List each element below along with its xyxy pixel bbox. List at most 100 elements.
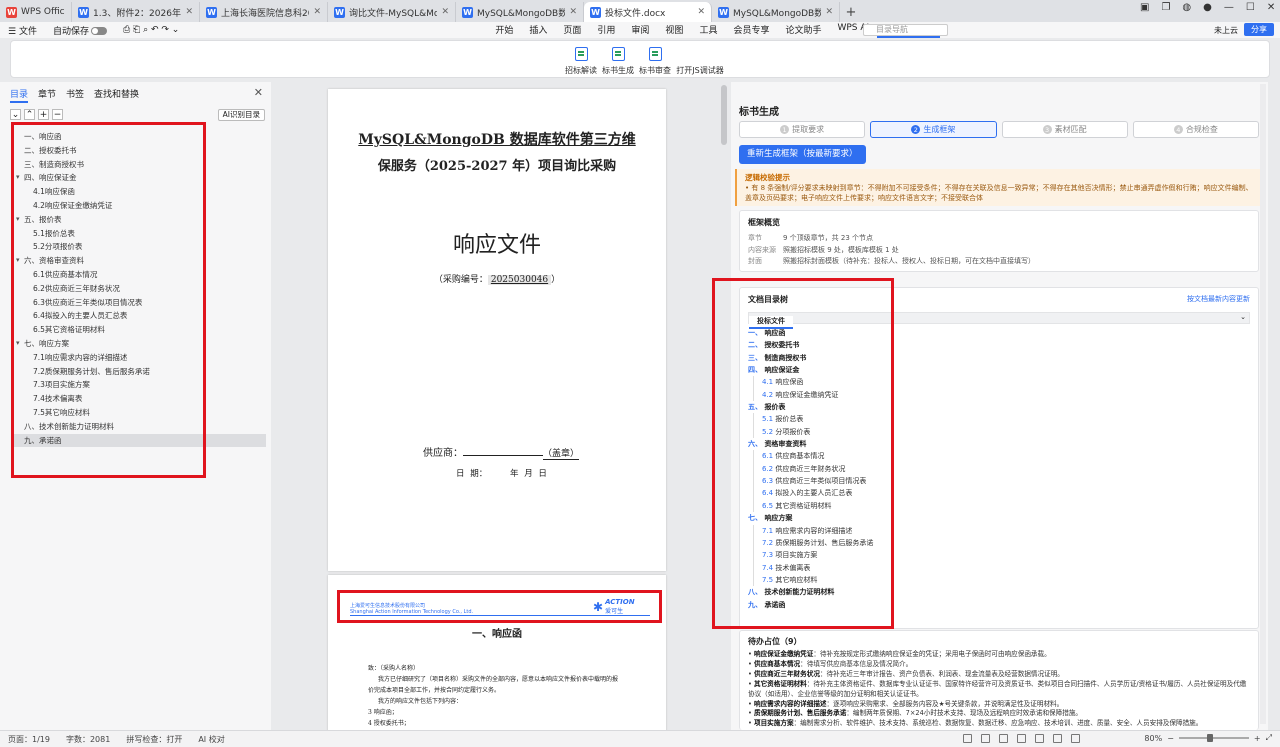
- remove-icon[interactable]: −: [52, 109, 63, 120]
- toc-item[interactable]: 5.1报价总表: [12, 227, 266, 241]
- tab-toc[interactable]: 目录: [10, 87, 29, 103]
- browser-tab[interactable]: W 上海长海医院信息科2026年第四批 ✕: [200, 2, 328, 22]
- hamburger-file-menu[interactable]: ☰ 文件: [0, 24, 45, 37]
- toc-item[interactable]: 二、授权委托书: [12, 144, 266, 158]
- step-tab[interactable]: 3 素材匹配: [1001, 121, 1128, 138]
- autosave-toggle[interactable]: 自动保存: [45, 24, 115, 37]
- tree-node[interactable]: 7.4 技术偏离表: [753, 561, 1250, 574]
- close-tab-icon[interactable]: ✕: [697, 7, 705, 17]
- step-tab[interactable]: 4 合规检查: [1132, 121, 1259, 138]
- search-input[interactable]: 目录导航: [863, 24, 948, 36]
- toc-item[interactable]: 一、响应函: [12, 130, 266, 144]
- minimize-icon[interactable]: —: [1224, 2, 1234, 13]
- toc-item[interactable]: 5.2分项报价表: [12, 240, 266, 254]
- tree-node[interactable]: 7.2 质保期服务计划、售后服务承诺: [753, 536, 1250, 550]
- word-count[interactable]: 字数：2081: [58, 734, 118, 745]
- toc-item[interactable]: 七、响应方案: [12, 337, 266, 351]
- tree-node[interactable]: 4.1 响应保函: [753, 376, 1250, 389]
- toc-item[interactable]: 7.2质保期服务计划、售后服务承诺: [12, 365, 266, 379]
- tree-node[interactable]: 7.3 项目实施方案: [753, 549, 1250, 562]
- bid-review-button[interactable]: 标书审查: [633, 47, 677, 76]
- tab-chapters[interactable]: 章节: [38, 87, 56, 103]
- toc-item[interactable]: 6.1供应商基本情况: [12, 268, 266, 282]
- tree-node[interactable]: 5.1 报价总表: [753, 413, 1250, 426]
- toc-item[interactable]: 7.1响应需求内容的详细描述: [12, 351, 266, 365]
- update-from-doc-link[interactable]: 按文档最新内容更新: [1187, 294, 1250, 304]
- toc-item[interactable]: 7.3项目实施方案: [12, 378, 266, 392]
- menu-item[interactable]: 页面: [555, 23, 589, 38]
- close-tab-icon[interactable]: ✕: [569, 7, 577, 17]
- layout-icon[interactable]: ▣: [1140, 2, 1149, 13]
- tree-node[interactable]: 七、 响应方案: [748, 512, 1250, 524]
- toc-item[interactable]: 五、报价表: [12, 213, 266, 227]
- tree-node[interactable]: 八、 技术创新能力证明材料: [748, 586, 1250, 598]
- menu-item[interactable]: 论文助手: [777, 23, 829, 38]
- toc-item[interactable]: 4.1响应保函: [12, 185, 266, 199]
- tree-node[interactable]: 四、 响应保证金: [748, 364, 1250, 376]
- close-tab-icon[interactable]: ✕: [313, 7, 321, 17]
- tree-node[interactable]: 4.2 响应保证金缴纳凭证: [753, 388, 1250, 402]
- toc-item[interactable]: 六、资格审查资料: [12, 254, 266, 268]
- browser-tab[interactable]: W MySQL&MongoDB数据库软件第三 ✕: [712, 2, 840, 22]
- close-tab-icon[interactable]: ✕: [825, 7, 833, 17]
- read-mode-icon[interactable]: [1071, 734, 1080, 743]
- cloud-status[interactable]: 未上云: [1214, 25, 1238, 36]
- ai-recognize-toc-button[interactable]: AI识别目录: [217, 109, 265, 121]
- menu-item[interactable]: 视图: [657, 23, 691, 38]
- tree-node[interactable]: 5.2 分项报价表: [753, 425, 1250, 439]
- toc-item[interactable]: 7.5其它响应材料: [12, 406, 266, 420]
- toc-item[interactable]: 6.2供应商近三年财务状况: [12, 282, 266, 296]
- ai-proofread[interactable]: AI 校对: [190, 734, 232, 745]
- user-icon[interactable]: ●: [1203, 2, 1212, 13]
- menu-item[interactable]: 插入: [521, 23, 555, 38]
- browser-tab[interactable]: W 询比文件-MySQL&MongoDB数 ✕: [328, 2, 456, 22]
- close-tab-icon[interactable]: ✕: [441, 7, 449, 17]
- toggle-icon[interactable]: [90, 27, 107, 35]
- menu-item[interactable]: 工具: [691, 23, 725, 38]
- page-view-icon[interactable]: [981, 734, 990, 743]
- browser-tab[interactable]: W 投标文件.docx ✕: [584, 2, 712, 22]
- step-tab[interactable]: 1 提取要求: [739, 121, 866, 138]
- spell-check[interactable]: 拼写检查：打开: [118, 734, 190, 745]
- js-debugger-button[interactable]: 打开JS调试器: [676, 47, 724, 76]
- browser-tab[interactable]: W WPS Office: [0, 2, 72, 22]
- toc-item[interactable]: 四、响应保证金: [12, 171, 266, 185]
- outline-view-icon[interactable]: [1017, 734, 1026, 743]
- globe-icon[interactable]: [1053, 734, 1062, 743]
- play-icon[interactable]: [1035, 734, 1044, 743]
- supplier-blank[interactable]: [463, 455, 543, 456]
- eye-icon[interactable]: [963, 734, 972, 743]
- menu-item[interactable]: 审阅: [623, 23, 657, 38]
- zoom-out-icon[interactable]: −: [1167, 734, 1174, 743]
- new-tab-icon[interactable]: +: [840, 2, 862, 22]
- tree-node[interactable]: 六、 资格审查资料: [748, 438, 1250, 450]
- toc-item[interactable]: 九、承诺函: [12, 433, 266, 448]
- tree-select[interactable]: 投标文件 ⌄: [748, 312, 1250, 329]
- close-icon[interactable]: ✕: [254, 86, 263, 99]
- toc-item[interactable]: 7.4技术偏离表: [12, 392, 266, 406]
- browser-tab[interactable]: W 1.3、附件2：2026年第四批品 ✕: [72, 2, 200, 22]
- tree-node[interactable]: 二、 授权委托书: [748, 339, 1250, 351]
- zoom-in-icon[interactable]: +: [1254, 734, 1261, 743]
- menu-item[interactable]: 会员专享: [725, 23, 777, 38]
- toc-item[interactable]: 6.5其它资格证明材料: [12, 323, 266, 337]
- tree-node[interactable]: 五、 报价表: [748, 401, 1250, 413]
- browser-tab[interactable]: W MySQL&MongoDB数据库软件 ✕: [456, 2, 584, 22]
- share-button[interactable]: 分享: [1244, 23, 1274, 36]
- tree-node[interactable]: 7.5 其它响应材料: [753, 573, 1250, 587]
- toc-item[interactable]: 八、技术创新能力证明材料: [12, 420, 266, 434]
- tree-node[interactable]: 6.2 供应商近三年财务状况: [753, 462, 1250, 476]
- tree-node[interactable]: 6.5 其它资格证明材料: [753, 499, 1250, 513]
- expand-icon[interactable]: ⌃: [24, 109, 35, 120]
- tree-node[interactable]: 九、 承诺函: [748, 599, 1250, 611]
- web-view-icon[interactable]: [999, 734, 1008, 743]
- skin-icon[interactable]: ◍: [1182, 2, 1191, 13]
- tree-node[interactable]: 一、 响应函: [748, 327, 1250, 339]
- tree-node[interactable]: 6.3 供应商近三年类似项目情况表: [753, 475, 1250, 488]
- tree-node[interactable]: 三、 制造商授权书: [748, 352, 1250, 364]
- step-tab[interactable]: 2 生成框架: [870, 121, 997, 138]
- regenerate-framework-button[interactable]: 重新生成框架（按最新要求）: [739, 145, 866, 164]
- toc-item[interactable]: 4.2响应保证金缴纳凭证: [12, 199, 266, 213]
- zoom-level[interactable]: 80%: [1144, 734, 1162, 743]
- proc-no-field[interactable]: 2025030046: [487, 275, 552, 285]
